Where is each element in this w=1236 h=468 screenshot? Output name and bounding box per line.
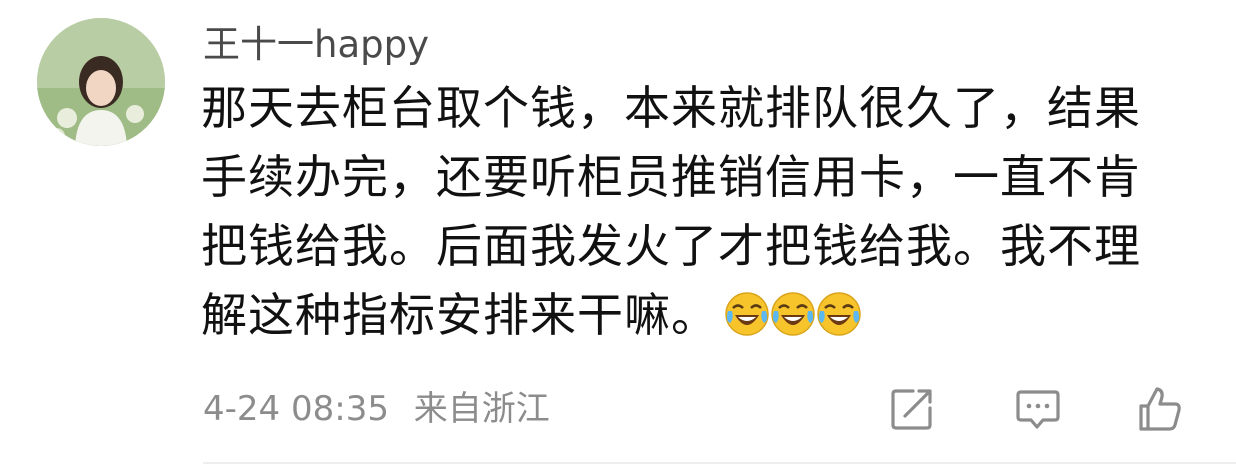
comment-line: 那天去柜台取个钱，本来就排队很久了，结果	[201, 81, 1141, 135]
comment-line: 手续办完，还要听柜员推销信用卡，一直不肯	[201, 150, 1141, 204]
username[interactable]: 王十一happy	[203, 20, 429, 70]
reply-button[interactable]	[1013, 384, 1063, 434]
comment-card: 王十一happy 那天去柜台取个钱，本来就排队很久了，结果 手续办完，还要听柜员…	[0, 0, 1236, 468]
share-icon	[891, 389, 932, 430]
comment-line: 解这种指标安排来干嘛。	[201, 288, 718, 342]
comment-line: 把钱给我。后面我发火了才把钱给我。我不理	[201, 219, 1141, 273]
laugh-cry-emoji	[816, 287, 862, 336]
timestamp: 4-24 08:35	[203, 389, 389, 429]
divider	[203, 462, 1236, 464]
avatar[interactable]	[37, 18, 165, 146]
comment-body: 那天去柜台取个钱，本来就排队很久了，结果 手续办完，还要听柜员推销信用卡，一直不…	[201, 74, 1211, 356]
location: 来自浙江	[413, 389, 550, 429]
emoji-group	[724, 287, 862, 356]
avatar-image	[37, 18, 165, 146]
reply-comment-icon	[1016, 390, 1060, 429]
laugh-cry-emoji	[724, 287, 770, 336]
like-button[interactable]	[1135, 384, 1185, 434]
laugh-cry-emoji	[770, 287, 816, 336]
comment-meta: 4-24 08:35 来自浙江	[203, 385, 550, 433]
like-thumbs-up-icon	[1139, 387, 1181, 431]
comment-line-last: 解这种指标安排来干嘛。	[201, 281, 1211, 356]
share-button[interactable]	[887, 384, 937, 434]
